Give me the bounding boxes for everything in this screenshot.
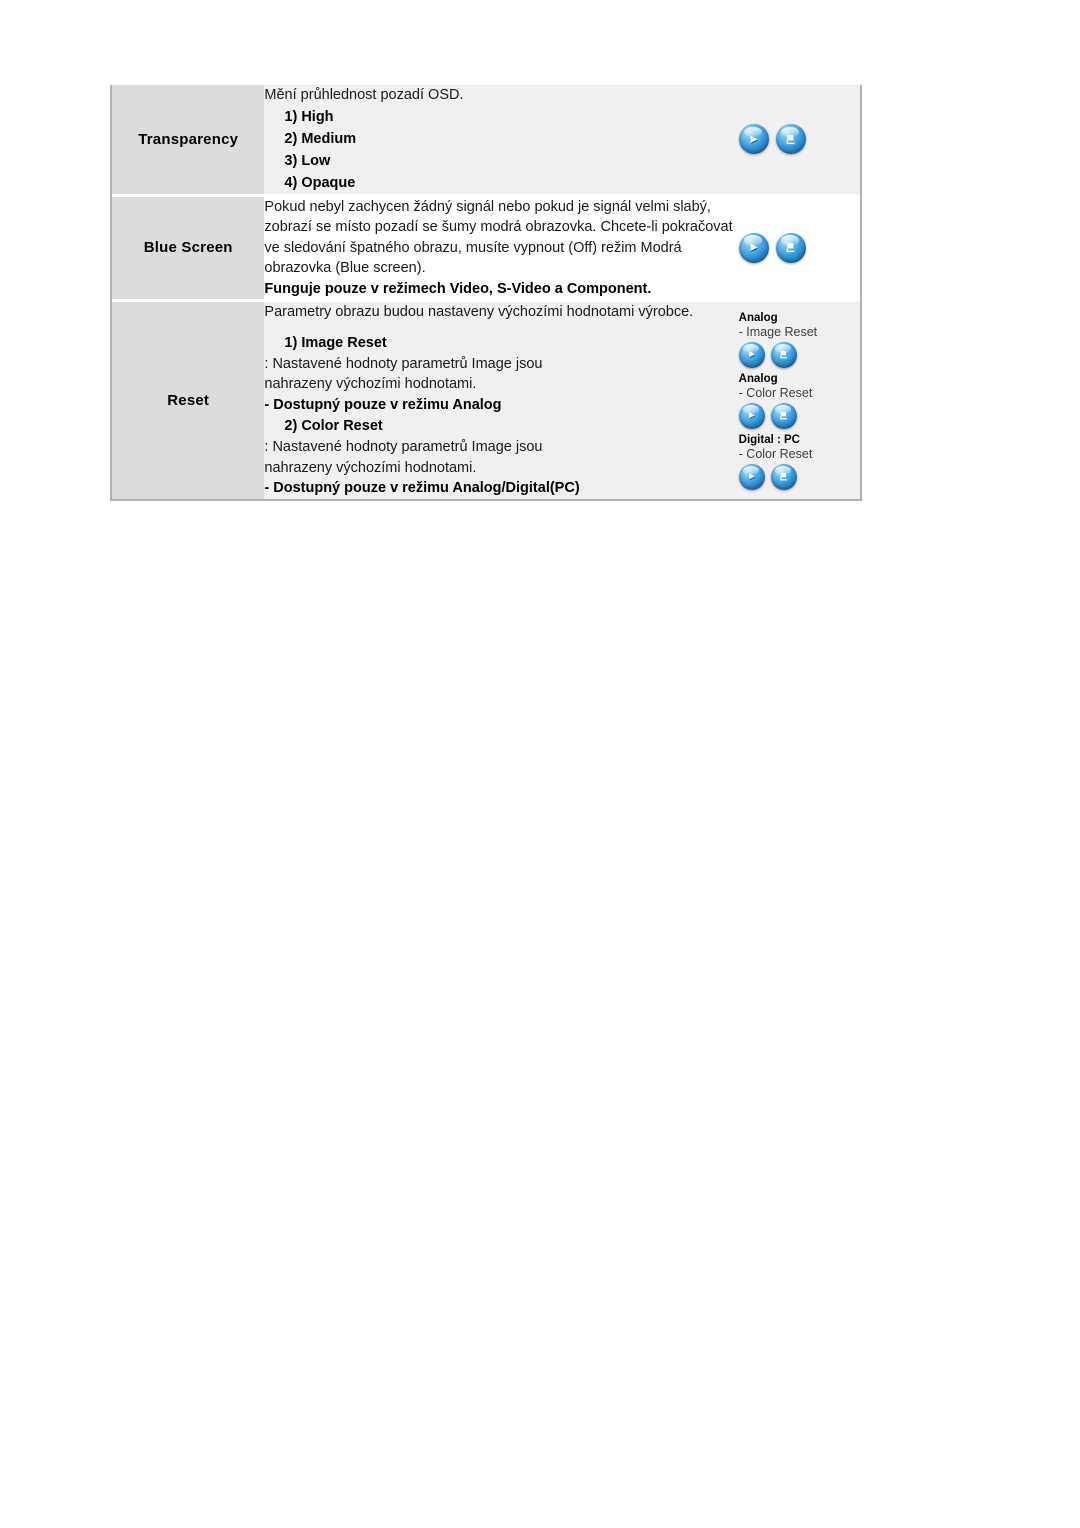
button-pair xyxy=(738,341,860,368)
return-button[interactable] xyxy=(770,463,797,490)
row-body-reset: Parametry obrazu budou nastaveny výchozí… xyxy=(264,302,739,500)
reset-item-2-heading: 2) Color Reset xyxy=(284,418,383,434)
return-button[interactable] xyxy=(770,341,797,368)
blue-screen-description: Pokud nebyl zachycen žádný signál nebo p… xyxy=(264,198,733,277)
enter-button[interactable] xyxy=(738,232,769,263)
icon-group-subtitle: - Image Reset xyxy=(738,324,818,339)
enter-button[interactable] xyxy=(738,124,769,155)
row-icons-reset: Analog - Image Reset Analog - Color Rese… xyxy=(738,302,861,500)
button-pair xyxy=(738,463,860,490)
table-row-transparency: Transparency Mění průhlednost pozadí OSD… xyxy=(111,85,861,194)
osd-settings-table: Transparency Mění průhlednost pozadí OSD… xyxy=(110,85,862,501)
transparency-intro-text: Mění průhlednost pozadí OSD. xyxy=(264,87,464,103)
icon-group-subtitle: - Color Reset xyxy=(738,446,813,461)
enter-button[interactable] xyxy=(738,402,765,429)
page-root: Transparency Mění průhlednost pozadí OSD… xyxy=(0,0,1080,1528)
icon-group-digital-pc-color-reset: Digital : PC - Color Reset xyxy=(738,433,860,490)
transparency-option-1: 1) High xyxy=(284,108,334,125)
row-label-transparency: Transparency xyxy=(111,85,265,194)
return-arrow-icon xyxy=(771,464,797,490)
table-row-blue-screen: Blue Screen Pokud nebyl zachycen žádný s… xyxy=(111,196,861,299)
reset-item-2-line-1: : Nastavené hodnoty parametrů Image jsou xyxy=(264,439,543,455)
row-body-transparency: Mění průhlednost pozadí OSD. 1) High 2) … xyxy=(264,85,739,194)
reset-item-1-line-1: : Nastavené hodnoty parametrů Image jsou xyxy=(264,355,543,372)
reset-item-1-line-2: nahrazeny výchozími hodnotami. xyxy=(264,376,477,392)
play-triangle-icon xyxy=(739,124,769,154)
blue-screen-note: Funguje pouze v režimech Video, S-Video … xyxy=(264,280,652,297)
play-triangle-icon xyxy=(739,464,765,490)
reset-item-2-note: - Dostupný pouze v režimu Analog/Digital… xyxy=(264,480,580,496)
enter-button[interactable] xyxy=(738,463,765,490)
icon-group-analog-color-reset: Analog - Color Reset xyxy=(738,372,860,429)
row-icons-blue-screen xyxy=(738,196,861,299)
icon-group-title: Digital : PC xyxy=(738,433,800,446)
table-row-reset: Reset Parametry obrazu budou nastaveny v… xyxy=(111,302,861,500)
return-button[interactable] xyxy=(770,402,797,429)
transparency-option-2: 2) Medium xyxy=(284,130,357,147)
row-label-reset: Reset xyxy=(111,302,265,500)
play-triangle-icon xyxy=(739,403,765,429)
row-body-blue-screen: Pokud nebyl zachycen žádný signál nebo p… xyxy=(264,196,739,299)
return-button[interactable] xyxy=(775,232,806,263)
icon-group-analog-image-reset: Analog - Image Reset xyxy=(738,311,860,368)
reset-description: Parametry obrazu budou nastaveny výchozí… xyxy=(264,304,694,320)
reset-item-1-heading: 1) Image Reset xyxy=(284,334,387,351)
return-arrow-icon xyxy=(776,233,806,263)
return-arrow-icon xyxy=(771,403,797,429)
row-icons-transparency xyxy=(738,85,861,194)
row-label-blue-screen: Blue Screen xyxy=(111,196,265,299)
return-arrow-icon xyxy=(776,124,806,154)
play-triangle-icon xyxy=(739,342,765,368)
button-pair-transparency xyxy=(738,124,860,155)
reset-item-1-note: - Dostupný pouze v režimu Analog xyxy=(264,396,502,413)
enter-button[interactable] xyxy=(738,341,765,368)
icon-group-subtitle: - Color Reset xyxy=(738,385,813,400)
icon-group-title: Analog xyxy=(738,372,778,385)
icon-group-title: Analog xyxy=(738,311,778,324)
play-triangle-icon xyxy=(739,233,769,263)
button-pair xyxy=(738,402,860,429)
reset-item-2-line-2: nahrazeny výchozími hodnotami. xyxy=(264,459,477,476)
return-arrow-icon xyxy=(771,342,797,368)
button-pair-blue-screen xyxy=(738,232,860,263)
return-button[interactable] xyxy=(775,124,806,155)
transparency-option-3: 3) Low xyxy=(284,152,331,169)
transparency-option-4: 4) Opaque xyxy=(284,174,356,191)
